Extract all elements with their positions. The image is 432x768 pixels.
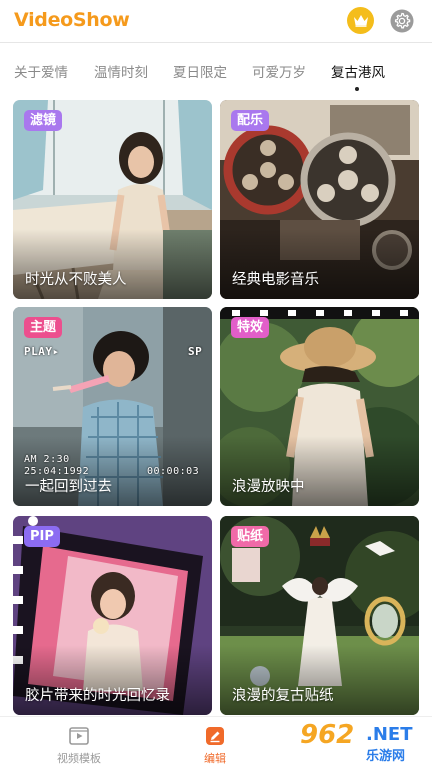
watermark-number: 962 bbox=[300, 720, 355, 750]
card-title: 胶片带来的时光回忆录 bbox=[25, 688, 170, 704]
template-card[interactable]: PIP 胶片带来的时光回忆录 bbox=[13, 516, 212, 715]
card-title: 经典电影音乐 bbox=[232, 272, 319, 288]
tab-love[interactable]: 关于爱情 bbox=[14, 61, 68, 81]
nav-label: 视频模板 bbox=[57, 752, 101, 765]
card-title: 浪漫的复古贴纸 bbox=[232, 688, 334, 704]
sticker-tag: 贴纸 bbox=[231, 526, 270, 547]
gear-icon bbox=[390, 9, 414, 33]
settings-button[interactable] bbox=[388, 7, 416, 35]
template-card[interactable]: PLAY▸ SP AM 2:30 25:04:1992 00:00:03 主题 … bbox=[13, 307, 212, 506]
crown-icon bbox=[353, 15, 368, 27]
filter-tag: 滤镜 bbox=[24, 110, 63, 131]
pip-tag: PIP bbox=[24, 526, 60, 547]
card-title: 一起回到过去 bbox=[25, 479, 112, 495]
template-card[interactable]: 配乐 经典电影音乐 bbox=[220, 100, 419, 299]
app-logo: VideoShow bbox=[14, 9, 130, 31]
active-tab-indicator bbox=[355, 87, 359, 91]
video-template-icon bbox=[69, 727, 89, 745]
template-card[interactable]: 滤镜 时光从不败美人 bbox=[13, 100, 212, 299]
vhs-sp-label: SP bbox=[188, 345, 203, 358]
tab-warm-moments[interactable]: 温情时刻 bbox=[94, 61, 148, 81]
template-card[interactable]: 贴纸 浪漫的复古贴纸 bbox=[220, 516, 419, 715]
edit-pencil-icon bbox=[206, 727, 224, 745]
nav-video-templates[interactable]: 视频模板 bbox=[14, 717, 144, 768]
watermark-net: .NET bbox=[366, 724, 413, 745]
vhs-play-label: PLAY▸ bbox=[24, 345, 60, 358]
tab-summer-limited[interactable]: 夏日限定 bbox=[173, 61, 227, 81]
card-title: 浪漫放映中 bbox=[232, 479, 305, 495]
header-divider bbox=[0, 42, 432, 43]
category-tabs: 关于爱情 温情时刻 夏日限定 可爱万岁 复古港风 bbox=[0, 52, 432, 91]
music-tag: 配乐 bbox=[231, 110, 270, 131]
tab-retro-hk[interactable]: 复古港风 bbox=[331, 61, 385, 81]
template-card[interactable]: 特效 浪漫放映中 bbox=[220, 307, 419, 506]
vhs-counter: 00:00:03 bbox=[147, 466, 200, 477]
nav-edit[interactable]: 编辑 bbox=[150, 717, 280, 768]
theme-tag: 主题 bbox=[24, 317, 63, 338]
nav-label: 编辑 bbox=[204, 752, 226, 765]
app-header: VideoShow bbox=[0, 0, 432, 42]
tab-cute[interactable]: 可爱万岁 bbox=[252, 61, 306, 81]
vip-crown-button[interactable] bbox=[347, 7, 374, 34]
site-watermark: 962 .NET 乐游网 bbox=[300, 718, 428, 764]
vhs-time: AM 2:30 bbox=[24, 454, 70, 465]
effect-tag: 特效 bbox=[231, 317, 270, 338]
card-title: 时光从不败美人 bbox=[25, 272, 127, 288]
watermark-site: 乐游网 bbox=[366, 749, 406, 764]
